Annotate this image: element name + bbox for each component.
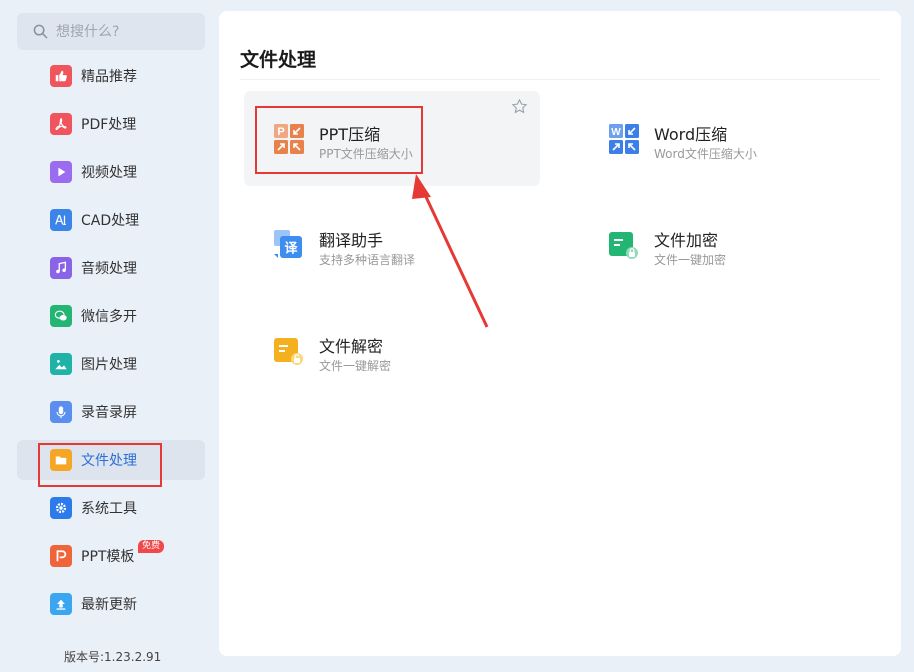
sidebar-item-label: 图片处理 <box>81 357 137 373</box>
sidebar-item-label: 精品推荐 <box>81 69 137 85</box>
sidebar-item-ppt-template[interactable]: PPT模板 免费 <box>17 536 205 576</box>
version-label: 版本号:1.23.2.91 <box>64 650 162 664</box>
sidebar-item-label: PDF处理 <box>81 117 137 133</box>
page-title: 文件处理 <box>240 49 317 71</box>
word-compress-icon: W <box>609 124 639 154</box>
sidebar-item-label: 文件处理 <box>81 453 137 469</box>
sidebar-item-label: 视频处理 <box>81 165 137 181</box>
microphone-icon <box>50 401 72 423</box>
sidebar-item-record[interactable]: 录音录屏 <box>17 392 205 432</box>
sidebar-item-system-tools[interactable]: 系统工具 <box>17 488 205 528</box>
sidebar-item-label: 最新更新 <box>81 597 137 613</box>
tool-desc: PPT文件压缩大小 <box>319 147 413 161</box>
tool-desc: 文件一键加密 <box>654 253 727 267</box>
translate-icon: 译 <box>274 230 302 258</box>
image-icon <box>50 353 72 375</box>
tool-desc: Word文件压缩大小 <box>654 147 757 161</box>
sidebar-item-recommend[interactable]: 精品推荐 <box>17 56 205 96</box>
tool-name: 翻译助手 <box>319 231 384 250</box>
cad-icon <box>50 209 72 231</box>
wechat-icon <box>50 305 72 327</box>
file-lock-icon <box>609 232 638 259</box>
divider <box>240 79 880 80</box>
tool-translate[interactable]: 译 翻译助手 支持多种语言翻译 <box>244 197 540 292</box>
svg-text:W: W <box>611 127 621 138</box>
search-box[interactable] <box>17 13 205 50</box>
tool-ppt-compress[interactable]: P PPT压缩 PPT文件压缩大小 <box>244 91 540 186</box>
sidebar-item-label: 微信多开 <box>81 309 137 325</box>
sidebar-item-wechat[interactable]: 微信多开 <box>17 296 205 336</box>
sidebar-item-label: 音频处理 <box>81 261 137 277</box>
sidebar-item-file-processing[interactable]: 文件处理 <box>17 440 205 480</box>
tool-name: 文件解密 <box>319 337 384 356</box>
ppt-template-icon <box>50 545 72 567</box>
sidebar-item-label: PPT模板 <box>81 549 135 565</box>
sidebar-item-label: 系统工具 <box>81 501 137 517</box>
sidebar-item-image[interactable]: 图片处理 <box>17 344 205 384</box>
file-unlock-icon <box>274 338 303 365</box>
sidebar-item-audio[interactable]: 音频处理 <box>17 248 205 288</box>
star-icon[interactable] <box>511 98 528 115</box>
search-input[interactable] <box>56 23 196 40</box>
sidebar: 精品推荐 PDF处理 视频处理 CAD处理 音频处理 <box>0 0 218 672</box>
tool-file-decrypt[interactable]: 文件解密 文件一键解密 <box>244 303 540 398</box>
tool-name: Word压缩 <box>654 125 728 144</box>
sidebar-item-cad[interactable]: CAD处理 <box>17 200 205 240</box>
tool-name: 文件加密 <box>654 231 719 250</box>
free-badge: 免费 <box>138 540 165 553</box>
music-note-icon <box>50 257 72 279</box>
sidebar-item-latest-updates[interactable]: 最新更新 <box>17 584 205 624</box>
folder-icon <box>50 449 72 471</box>
thumbs-up-icon <box>50 65 72 87</box>
pdf-icon <box>50 113 72 135</box>
tool-word-compress[interactable]: W Word压缩 Word文件压缩大小 <box>579 91 875 186</box>
tool-file-encrypt[interactable]: 文件加密 文件一键加密 <box>579 197 875 292</box>
sidebar-nav: 精品推荐 PDF处理 视频处理 CAD处理 音频处理 微信多开 图片处理 录音录… <box>17 56 205 632</box>
tool-name: PPT压缩 <box>319 125 381 144</box>
svg-text:译: 译 <box>284 242 298 257</box>
sidebar-item-video[interactable]: 视频处理 <box>17 152 205 192</box>
sidebar-item-label: CAD处理 <box>81 213 140 229</box>
gear-icon <box>50 497 72 519</box>
sidebar-item-pdf[interactable]: PDF处理 <box>17 104 205 144</box>
search-icon <box>33 24 48 39</box>
tool-desc: 支持多种语言翻译 <box>319 253 416 267</box>
upload-icon <box>50 593 72 615</box>
tool-desc: 文件一键解密 <box>319 359 392 373</box>
sidebar-item-label: 录音录屏 <box>81 405 137 421</box>
svg-text:P: P <box>277 126 284 138</box>
main-panel: 文件处理 P PPT压缩 PPT文件压缩大小 W Word压缩 Word文件压缩… <box>219 11 901 656</box>
ppt-compress-icon: P <box>274 124 304 154</box>
play-icon <box>50 161 72 183</box>
